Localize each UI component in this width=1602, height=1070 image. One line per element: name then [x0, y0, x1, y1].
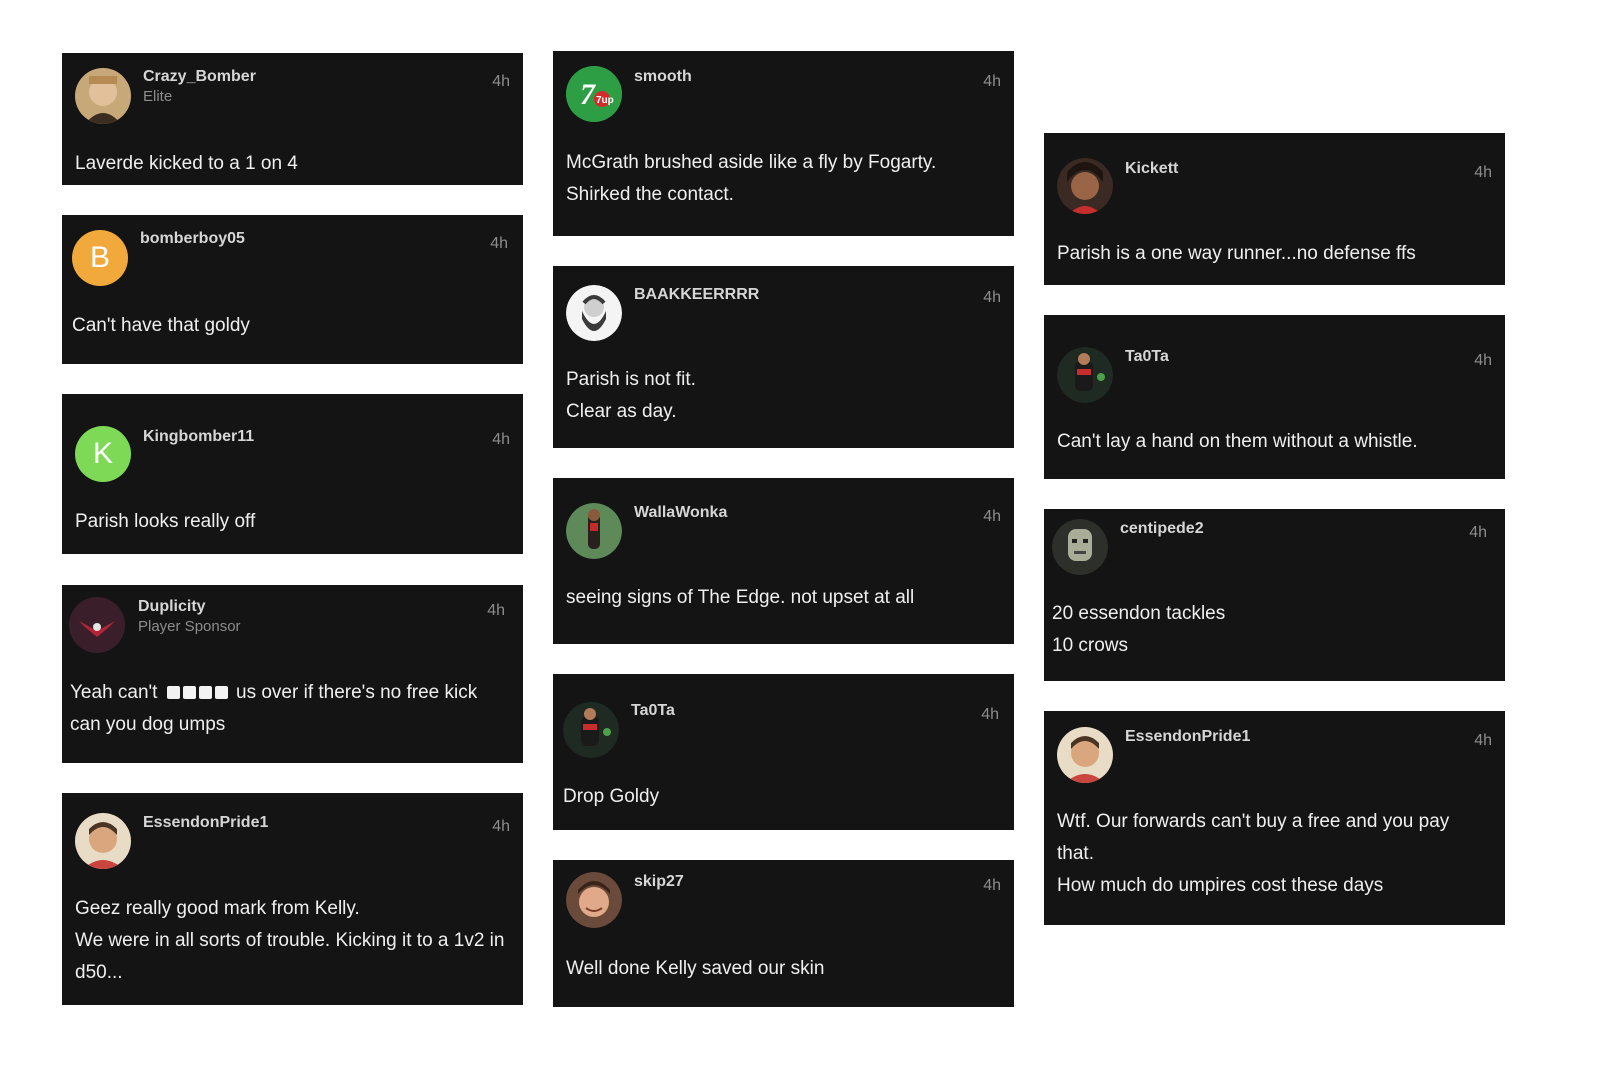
portrait-engraving-icon[interactable]: [566, 285, 622, 341]
comment-line: Can't lay a hand on them without a whist…: [1057, 431, 1418, 452]
comment-line: Yeah can't us over if there's no free ki…: [70, 677, 509, 709]
user-avatar-photo-icon[interactable]: [1057, 347, 1113, 403]
comment-line: Parish is a one way runner...no defense …: [1057, 243, 1416, 264]
user-avatar-photo-icon[interactable]: [566, 503, 622, 559]
comment-card: EssendonPride1 4h Wtf. Our forwards can'…: [1044, 711, 1505, 925]
comment-body: Well done Kelly saved our skin: [566, 953, 1000, 985]
username[interactable]: smooth: [634, 68, 692, 86]
comment-card: skip27 4h Well done Kelly saved our skin: [553, 860, 1014, 1007]
username[interactable]: BAAKKEERRRR: [634, 286, 759, 304]
username[interactable]: WallaWonka: [634, 504, 727, 522]
username[interactable]: skip27: [634, 873, 684, 891]
comment-body: Can't lay a hand on them without a whist…: [1057, 426, 1491, 458]
user-avatar-photo-icon[interactable]: [1052, 519, 1108, 575]
timestamp: 4h: [492, 73, 510, 90]
comment-card: EssendonPride1 4h Geez really good mark …: [62, 793, 523, 1005]
username[interactable]: Crazy_Bomber: [143, 68, 256, 86]
comment-line: Wtf. Our forwards can't buy a free and y…: [1057, 811, 1450, 864]
user-avatar-photo-icon[interactable]: [75, 813, 131, 869]
comment-line: Can't have that goldy: [72, 315, 250, 336]
comment-line: How much do umpires cost these days: [1057, 875, 1384, 896]
timestamp: 4h: [492, 818, 510, 835]
user-avatar-photo-icon[interactable]: [566, 872, 622, 928]
user-avatar-photo-icon[interactable]: [563, 702, 619, 758]
comment-line: Clear as day.: [566, 401, 677, 422]
timestamp: 4h: [1474, 352, 1492, 369]
username[interactable]: EssendonPride1: [1125, 728, 1250, 746]
timestamp: 4h: [492, 431, 510, 448]
username[interactable]: Ta0Ta: [631, 702, 675, 720]
comment-line: Well done Kelly saved our skin: [566, 958, 825, 979]
comment-line: We were in all sorts of trouble. Kicking…: [75, 930, 505, 983]
user-role: Elite: [143, 88, 173, 105]
comment-body: seeing signs of The Edge. not upset at a…: [566, 582, 1000, 614]
comment-text-part: us over if there's no free kick: [236, 682, 478, 703]
comment-card: Crazy_Bomber Elite 4h Laverde kicked to …: [62, 53, 523, 185]
comment-body: Parish is not fit. Clear as day.: [566, 364, 1000, 428]
user-avatar-photo-icon[interactable]: [1057, 727, 1113, 783]
comment-card: Ta0Ta 4h Can't lay a hand on them withou…: [1044, 315, 1505, 479]
comment-card: BAAKKEERRRR 4h Parish is not fit. Clear …: [553, 266, 1014, 448]
username[interactable]: centipede2: [1120, 520, 1204, 538]
comment-line: Geez really good mark from Kelly.: [75, 898, 360, 919]
username[interactable]: Kickett: [1125, 160, 1178, 178]
username[interactable]: Kingbomber11: [143, 428, 254, 446]
comment-line: can you dog umps: [70, 714, 226, 735]
timestamp: 4h: [487, 602, 505, 619]
svg-text:7up: 7up: [596, 95, 614, 106]
emblem-icon[interactable]: [69, 597, 125, 653]
svg-text:7: 7: [580, 78, 596, 111]
user-role: Player Sponsor: [138, 618, 241, 635]
user-avatar-letter-icon[interactable]: K: [75, 426, 131, 482]
comment-line: Parish looks really off: [75, 511, 256, 532]
comment-line: Parish is not fit.: [566, 369, 696, 390]
comment-body: Can't have that goldy: [72, 310, 509, 342]
comment-card: WallaWonka 4h seeing signs of The Edge. …: [553, 478, 1014, 644]
comment-card: centipede2 4h 20 essendon tackles 10 cro…: [1044, 509, 1505, 681]
user-avatar-photo-icon[interactable]: [75, 68, 131, 124]
comment-body: Parish looks really off: [75, 506, 509, 538]
comment-text-part: Yeah can't: [70, 682, 158, 703]
comment-card: K Kingbomber11 4h Parish looks really of…: [62, 394, 523, 554]
comment-body: Geez really good mark from Kelly. We wer…: [75, 893, 509, 989]
user-avatar-photo-icon[interactable]: [1057, 158, 1113, 214]
comment-body: McGrath brushed aside like a fly by Foga…: [566, 147, 1000, 211]
comment-line: 10 crows: [1052, 635, 1129, 656]
timestamp: 4h: [981, 706, 999, 723]
username[interactable]: EssendonPride1: [143, 814, 268, 832]
user-avatar-letter-icon[interactable]: B: [72, 230, 128, 286]
comment-line: Laverde kicked to a 1 on 4: [75, 153, 298, 174]
timestamp: 4h: [490, 235, 508, 252]
timestamp: 4h: [983, 508, 1001, 525]
timestamp: 4h: [983, 877, 1001, 894]
censored-word-icon: [166, 682, 231, 703]
timestamp: 4h: [983, 289, 1001, 306]
comment-card: Ta0Ta 4h Drop Goldy: [553, 674, 1014, 830]
comment-card: Duplicity Player Sponsor 4h Yeah can't u…: [62, 585, 523, 763]
comment-line: Drop Goldy: [563, 786, 660, 807]
comment-card: B bomberboy05 4h Can't have that goldy: [62, 215, 523, 364]
comment-body: Yeah can't us over if there's no free ki…: [70, 677, 509, 741]
comment-line: 20 essendon tackles: [1052, 603, 1226, 624]
comment-body: 20 essendon tackles 10 crows: [1052, 598, 1491, 662]
comment-card: 7 7up smooth 4h McGrath brushed aside li…: [553, 51, 1014, 236]
comment-line: Shirked the contact.: [566, 184, 734, 205]
comment-body: Drop Goldy: [563, 781, 1000, 813]
comment-line: McGrath brushed aside like a fly by Foga…: [566, 152, 937, 173]
username[interactable]: bomberboy05: [140, 230, 245, 248]
username[interactable]: Duplicity: [138, 598, 206, 616]
comment-card: Kickett 4h Parish is a one way runner...…: [1044, 133, 1505, 285]
comment-body: Parish is a one way runner...no defense …: [1057, 238, 1491, 270]
timestamp: 4h: [1474, 732, 1492, 749]
avatar-letter: K: [92, 437, 113, 470]
timestamp: 4h: [983, 73, 1001, 90]
avatar-letter: B: [89, 241, 110, 274]
comment-body: Laverde kicked to a 1 on 4: [75, 148, 509, 180]
timestamp: 4h: [1469, 524, 1487, 541]
comment-body: Wtf. Our forwards can't buy a free and y…: [1057, 806, 1491, 902]
timestamp: 4h: [1474, 164, 1492, 181]
comment-line: seeing signs of The Edge. not upset at a…: [566, 587, 915, 608]
7up-logo-icon[interactable]: 7 7up: [566, 66, 622, 122]
username[interactable]: Ta0Ta: [1125, 348, 1169, 366]
